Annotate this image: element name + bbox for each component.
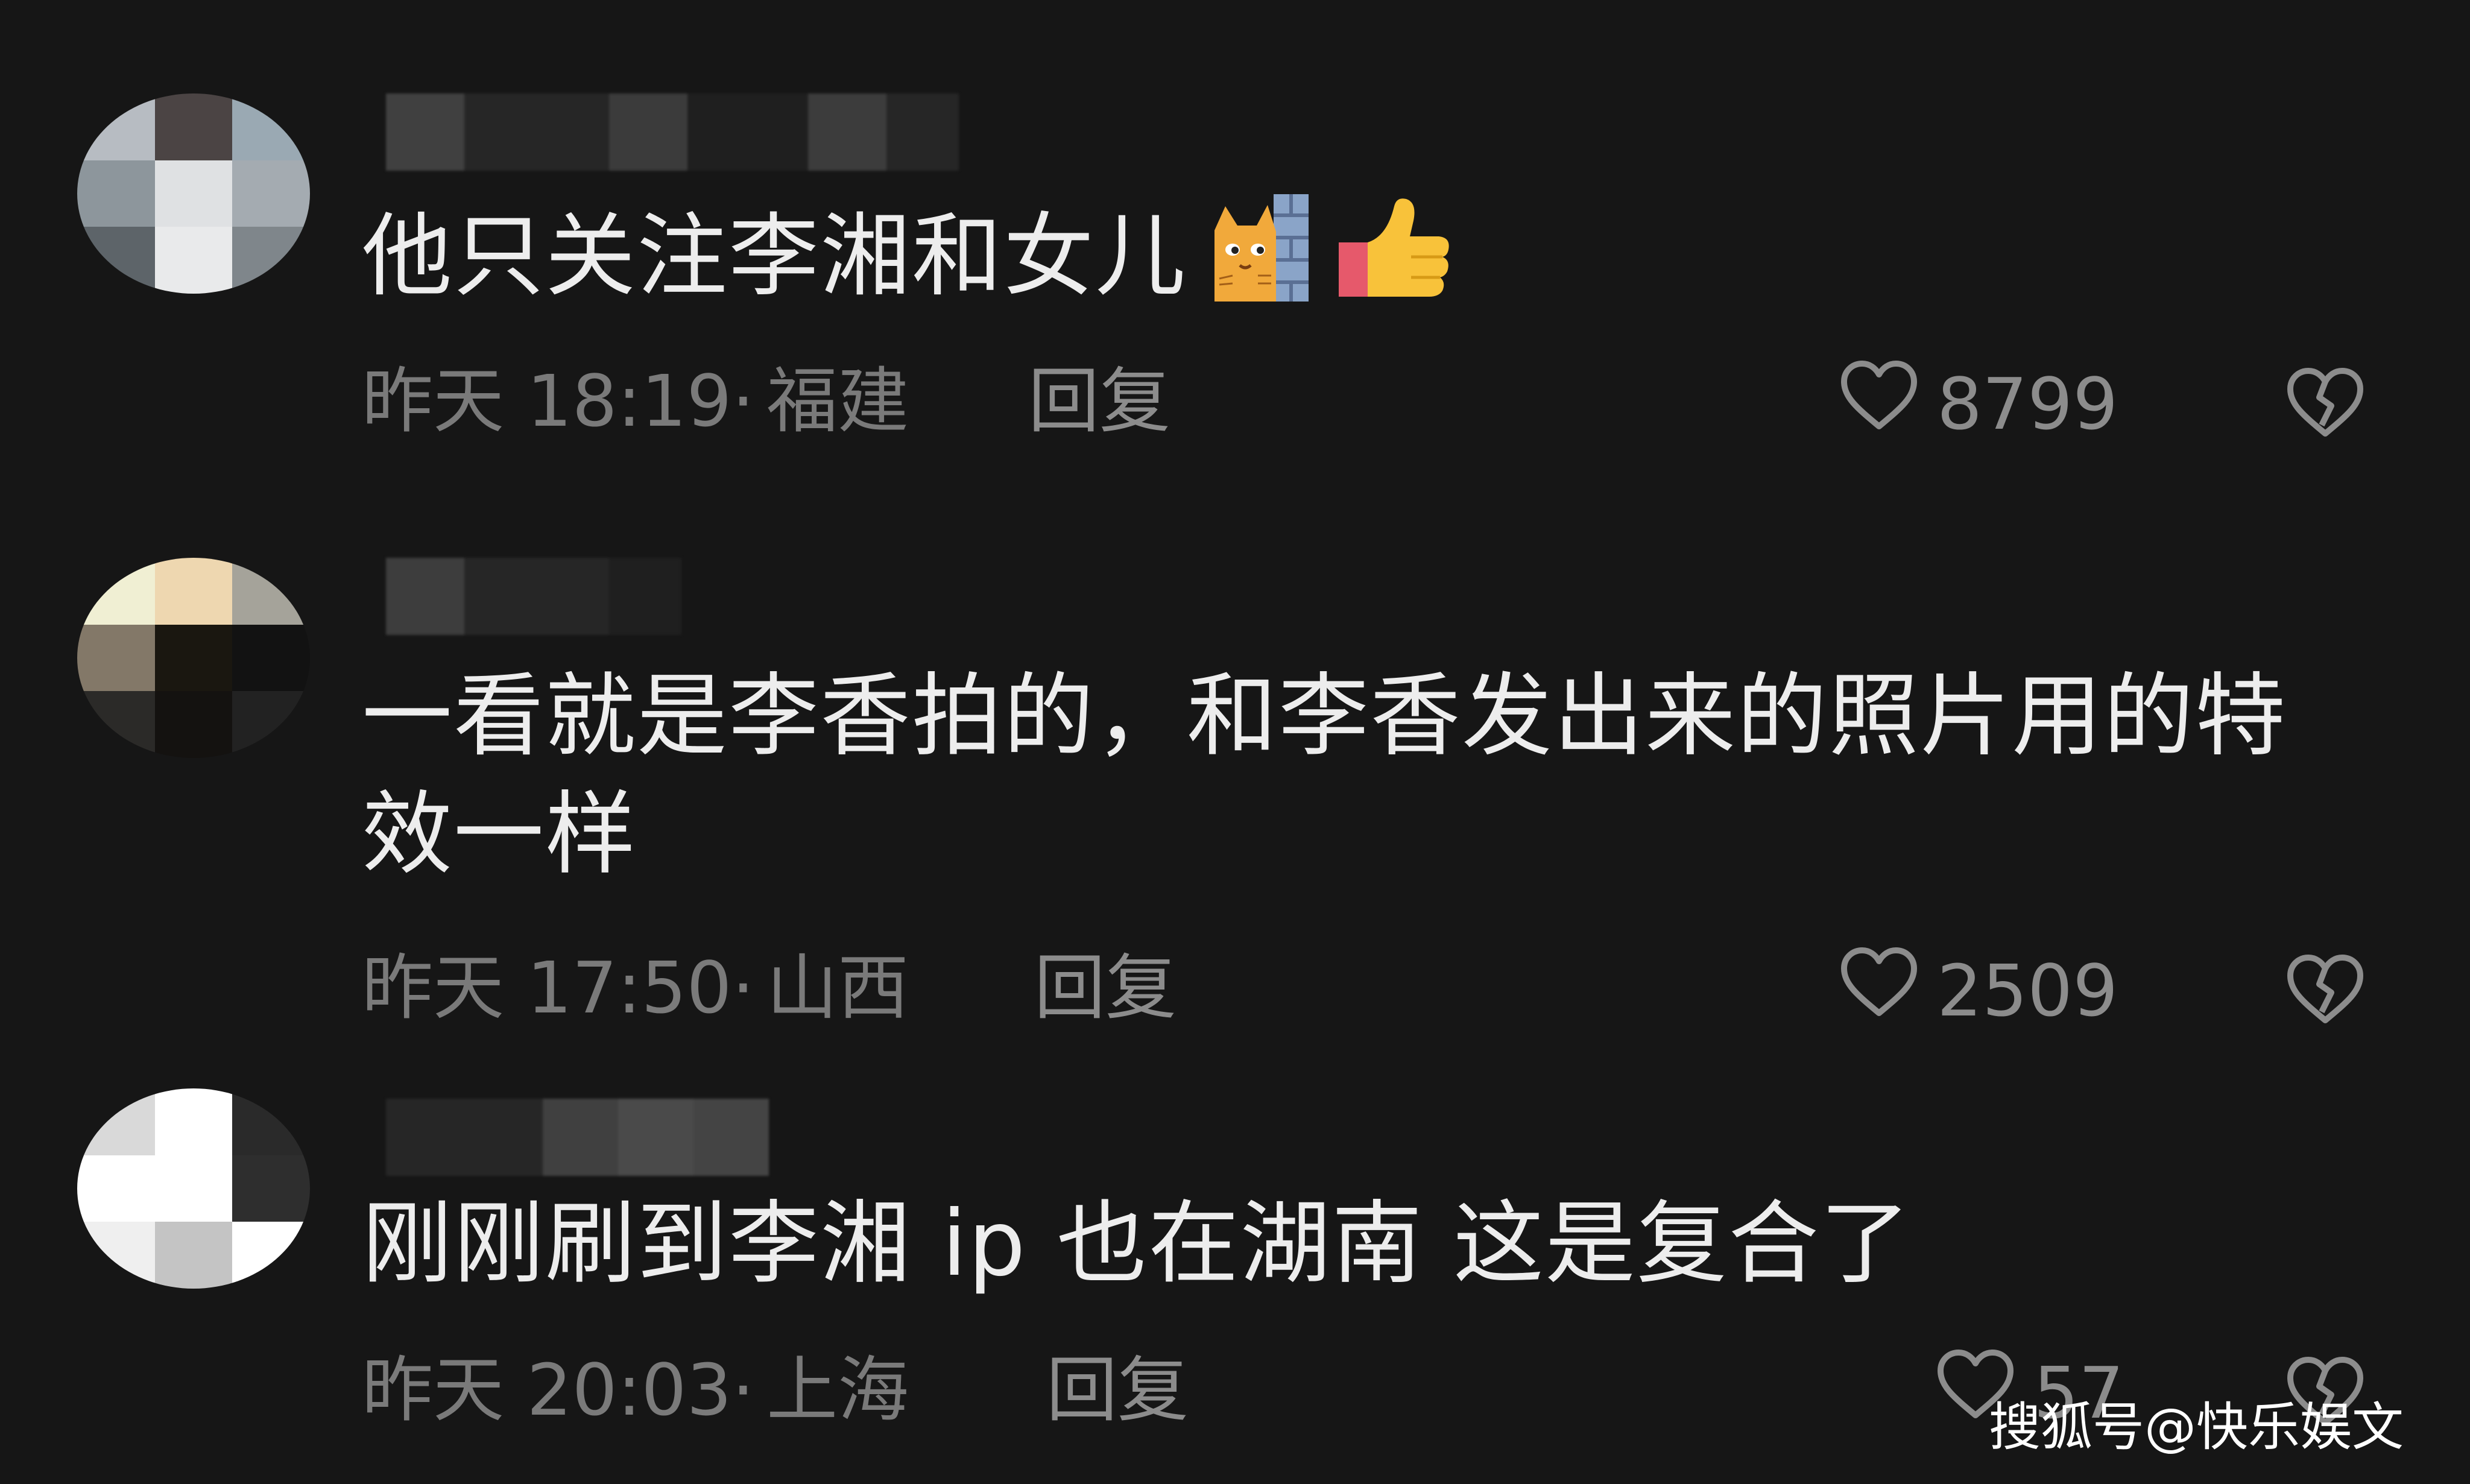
- meta-separator: ·: [731, 359, 755, 443]
- username-blurred[interactable]: [386, 1099, 769, 1176]
- dislike-button[interactable]: [2285, 949, 2365, 1033]
- like-button[interactable]: 8799: [1839, 360, 2118, 448]
- comment-meta: 昨天 18:19· 福建: [362, 359, 909, 443]
- like-button[interactable]: 2509: [1839, 947, 2118, 1035]
- comment-time: 昨天 17:50: [362, 946, 732, 1029]
- comment-location: 福建: [766, 359, 909, 443]
- dislike-button[interactable]: [2285, 362, 2365, 446]
- comment-location: 山西: [766, 946, 909, 1029]
- meta-separator: ·: [731, 946, 755, 1029]
- comment-meta: 昨天 20:03· 上海: [362, 1348, 909, 1432]
- comment-text: 刚刚刷到李湘 ip 也在湖南 这是复合了: [362, 1192, 1912, 1296]
- like-count: 2509: [1937, 949, 2118, 1032]
- heart-outline-icon: [1839, 947, 1919, 1035]
- watermark: 搜狐号@快乐娱文: [1989, 1397, 2404, 1457]
- comment-time: 昨天 18:19: [362, 359, 732, 443]
- thumbs-up-icon: [1333, 194, 1453, 331]
- reply-button[interactable]: 回复: [1034, 946, 1177, 1030]
- comment-text: 他只关注李湘和女儿: [362, 194, 2374, 331]
- broken-heart-icon: [2285, 367, 2365, 441]
- avatar[interactable]: [77, 93, 310, 294]
- reply-button[interactable]: 回复: [1028, 359, 1170, 443]
- comment-meta: 昨天 17:50· 山西: [362, 946, 909, 1030]
- comment-time: 昨天 20:03: [362, 1348, 732, 1432]
- heart-outline-icon: [1839, 360, 1919, 448]
- meta-separator: ·: [731, 1348, 755, 1432]
- reply-button[interactable]: 回复: [1046, 1348, 1189, 1432]
- like-count: 8799: [1937, 362, 2118, 446]
- broken-heart-icon: [2285, 954, 2365, 1028]
- username-blurred[interactable]: [386, 558, 681, 635]
- username-blurred[interactable]: [386, 93, 959, 171]
- comment-text: 一看就是李香拍的，和李香发出来的照片用的特效一样: [362, 664, 2287, 887]
- avatar[interactable]: [77, 558, 310, 758]
- cat-peeking-wall-icon: [1208, 194, 1311, 331]
- comment-location: 上海: [766, 1348, 909, 1432]
- comment-text-body: 他只关注李湘和女儿: [362, 204, 1187, 309]
- avatar[interactable]: [77, 1088, 310, 1289]
